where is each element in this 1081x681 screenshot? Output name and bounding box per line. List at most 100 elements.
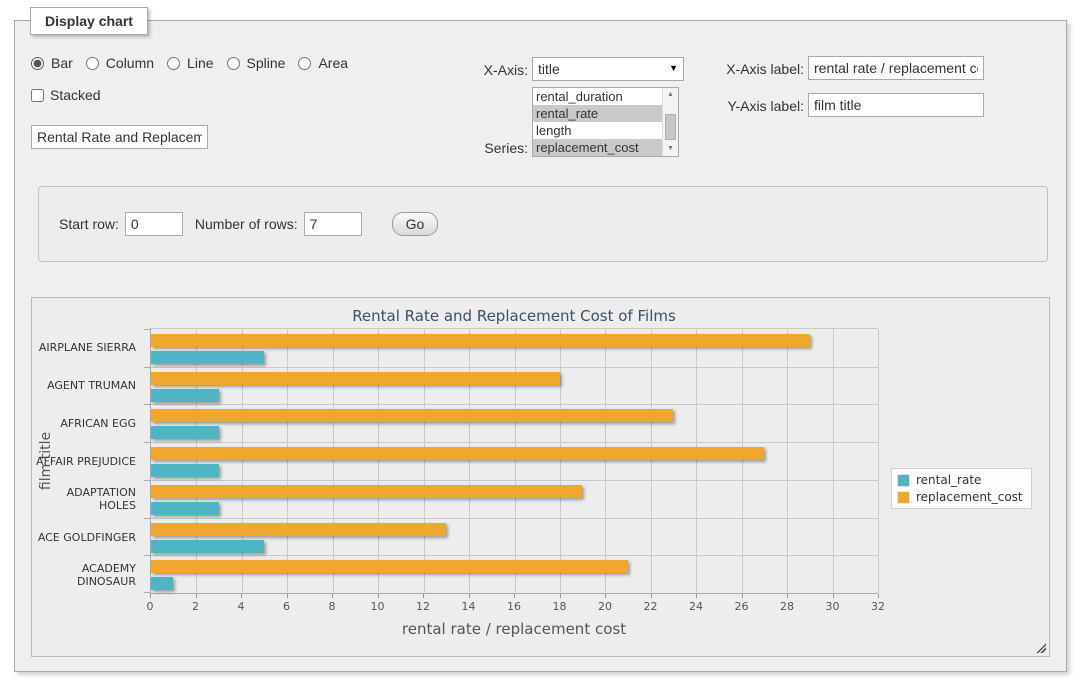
x-tick-label: 12 [416, 600, 430, 613]
chart-title-input[interactable] [31, 125, 208, 149]
replacement_cost-bar[interactable] [151, 523, 446, 536]
series-option-length[interactable]: length [533, 122, 662, 139]
category-row [151, 555, 878, 593]
y-axis-label-input[interactable] [808, 93, 984, 117]
category-label: ADAPTATION HOLES [32, 480, 144, 518]
legend-item-rental_rate[interactable]: rental_rate [897, 473, 1023, 487]
number-of-rows-input[interactable] [304, 212, 362, 236]
rental_rate-bar[interactable] [151, 389, 219, 402]
replacement_cost-bar[interactable] [151, 560, 628, 573]
x-tick-mark [150, 594, 151, 598]
chart-type-label-bar: Bar [51, 55, 73, 71]
x-tick-label: 10 [371, 600, 385, 613]
rental_rate-bar[interactable] [151, 351, 264, 364]
fieldset-legend: Display chart [30, 7, 148, 35]
chart-type-label-spline: Spline [247, 55, 286, 71]
legend-swatch-icon [897, 491, 910, 504]
category-label: AIRPLANE SIERRA [32, 328, 144, 366]
x-tick-label: 8 [329, 600, 336, 613]
chart-type-radio-spline[interactable] [227, 57, 240, 70]
series-listbox[interactable]: rental_durationrental_ratelengthreplacem… [532, 87, 679, 157]
y-tick-mark [144, 404, 151, 405]
series-options: rental_durationrental_ratelengthreplacem… [533, 88, 662, 156]
chart-title: Rental Rate and Replacement Cost of Film… [150, 307, 878, 325]
x-tick-label: 28 [780, 600, 794, 613]
x-axis-label-input[interactable] [808, 56, 984, 80]
x-axis-select-wrap: title ▼ [532, 57, 684, 81]
replacement_cost-bar[interactable] [151, 372, 560, 385]
rental_rate-bar[interactable] [151, 577, 173, 590]
row-controls-panel: Start row: Number of rows: Go [38, 186, 1048, 262]
resize-grip-icon[interactable] [1035, 642, 1046, 653]
y-tick-mark [144, 518, 151, 519]
chart-container: Rental Rate and Replacement Cost of Film… [31, 297, 1050, 657]
chart-type-radio-area[interactable] [298, 57, 311, 70]
chart-x-ticks: 02468101214161820222426283032 [150, 594, 878, 614]
number-of-rows-label: Number of rows: [195, 216, 298, 232]
start-row-input[interactable] [125, 212, 183, 236]
stacked-row: Stacked [31, 87, 101, 103]
y-tick-mark [144, 329, 151, 330]
series-option-rental_rate[interactable]: rental_rate [533, 105, 662, 122]
replacement_cost-bar[interactable] [151, 334, 810, 347]
x-tick-mark [605, 594, 606, 598]
chart-x-axis-title: rental rate / replacement cost [150, 620, 878, 638]
go-button[interactable]: Go [392, 212, 439, 236]
rental_rate-bar[interactable] [151, 464, 219, 477]
x-tick-mark [514, 594, 515, 598]
x-tick-label: 2 [192, 600, 199, 613]
category-row [151, 404, 878, 442]
legend-label: rental_rate [916, 473, 981, 487]
x-tick-mark [423, 594, 424, 598]
replacement_cost-bar[interactable] [151, 485, 582, 498]
legend-label: replacement_cost [916, 490, 1023, 504]
x-tick-label: 22 [644, 600, 658, 613]
scrollbar-down-icon[interactable]: ▼ [663, 142, 678, 156]
chart-category-labels: AIRPLANE SIERRAAGENT TRUMANAFRICAN EGGAF… [32, 328, 144, 594]
display-chart-fieldset: Display chart BarColumnLineSplineArea St… [14, 20, 1067, 672]
rental_rate-bar[interactable] [151, 502, 219, 515]
y-tick-mark [144, 480, 151, 481]
y-tick-mark [144, 555, 151, 556]
category-row [151, 480, 878, 518]
x-axis-label-label: X-Axis label: [694, 61, 804, 77]
x-tick-mark [787, 594, 788, 598]
series-option-replacement_cost[interactable]: replacement_cost [533, 139, 662, 156]
chart-type-label-area: Area [318, 55, 348, 71]
series-list-label: Series: [428, 140, 528, 156]
x-tick-mark [196, 594, 197, 598]
series-scrollbar[interactable]: ▲ ▼ [662, 88, 678, 156]
x-tick-label: 18 [553, 600, 567, 613]
category-label: AFRICAN EGG [32, 404, 144, 442]
x-tick-label: 20 [598, 600, 612, 613]
category-row [151, 367, 878, 405]
x-tick-label: 24 [689, 600, 703, 613]
chart-type-radio-line[interactable] [167, 57, 180, 70]
legend-item-replacement_cost[interactable]: replacement_cost [897, 490, 1023, 504]
x-tick-mark [833, 594, 834, 598]
x-tick-label: 32 [871, 600, 885, 613]
x-tick-label: 16 [507, 600, 521, 613]
x-tick-mark [469, 594, 470, 598]
x-tick-mark [332, 594, 333, 598]
chart-type-radio-column[interactable] [86, 57, 99, 70]
y-tick-mark [144, 442, 151, 443]
rental_rate-bar[interactable] [151, 426, 219, 439]
y-tick-mark [144, 592, 151, 593]
rental_rate-bar[interactable] [151, 540, 264, 553]
replacement_cost-bar[interactable] [151, 409, 673, 422]
x-axis-select[interactable]: title [532, 57, 684, 81]
stacked-checkbox[interactable] [31, 89, 44, 102]
scrollbar-thumb[interactable] [665, 114, 676, 140]
plot-area [150, 328, 878, 594]
x-tick-mark [878, 594, 879, 598]
series-option-rental_duration[interactable]: rental_duration [533, 88, 662, 105]
chart-type-radio-bar[interactable] [31, 57, 44, 70]
scrollbar-up-icon[interactable]: ▲ [663, 88, 678, 102]
category-label: ACADEMY DINOSAUR [32, 556, 144, 594]
x-tick-label: 30 [826, 600, 840, 613]
x-tick-label: 26 [735, 600, 749, 613]
replacement_cost-bar[interactable] [151, 447, 764, 460]
chart-type-label-column: Column [106, 55, 154, 71]
category-label: ACE GOLDFINGER [32, 518, 144, 556]
